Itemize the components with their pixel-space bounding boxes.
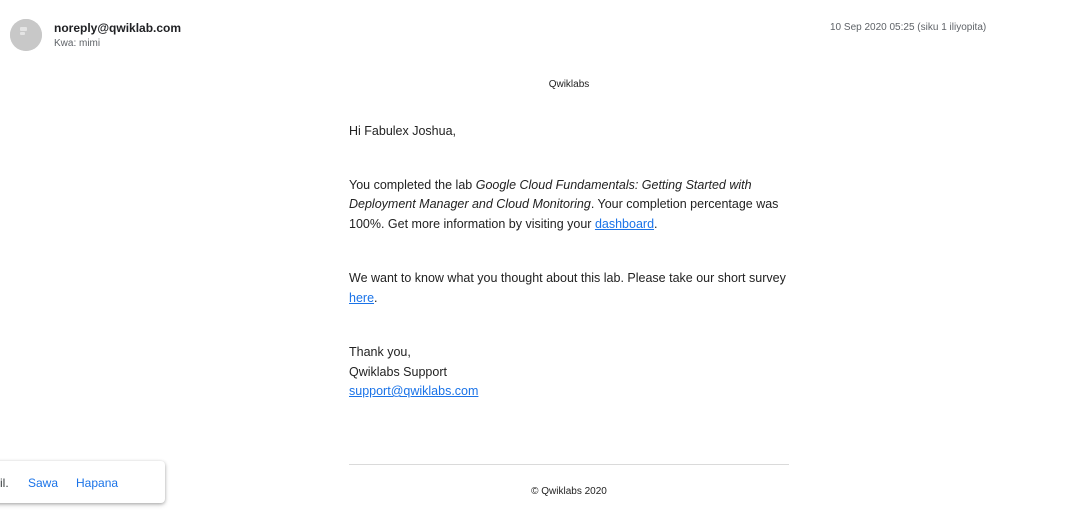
sender-address[interactable]: noreply@qwiklab.com xyxy=(54,21,181,35)
survey-paragraph: We want to know what you thought about t… xyxy=(349,269,789,308)
sender-avatar-icon[interactable] xyxy=(10,19,42,51)
greeting: Hi Fabulex Joshua, xyxy=(349,124,457,138)
survey-text-prefix: We want to know what you thought about t… xyxy=(349,271,786,285)
support-email-link[interactable]: support@qwiklabs.com xyxy=(349,384,478,398)
signoff: Thank you, xyxy=(349,345,411,359)
survey-text-suffix: . xyxy=(374,290,378,305)
translation-prompt-toast: il. Sawa Hapana xyxy=(0,461,165,503)
completion-text-suffix: . xyxy=(654,216,658,231)
copyright-footer: © Qwiklabs 2020 xyxy=(531,486,607,497)
completion-paragraph: You completed the lab Google Cloud Funda… xyxy=(349,176,789,235)
survey-link[interactable]: here xyxy=(349,291,374,305)
email-body: Hi Fabulex Joshua, You completed the lab… xyxy=(349,122,789,402)
recipient-line[interactable]: Kwa: mimi xyxy=(54,38,100,49)
completion-text-prefix: You completed the lab xyxy=(349,177,476,192)
brand-name: Qwiklabs xyxy=(548,79,590,90)
signature-name: Qwiklabs Support xyxy=(349,364,447,379)
email-header: noreply@qwiklab.com Kwa: mimi 10 Sep 202… xyxy=(0,0,1087,60)
toast-message: il. xyxy=(0,476,9,490)
footer-divider xyxy=(349,464,789,465)
accept-button[interactable]: Sawa xyxy=(28,476,58,490)
email-timestamp: 10 Sep 2020 05:25 (siku 1 iliyopita) xyxy=(830,22,987,33)
person-avatar-icon xyxy=(10,19,42,51)
dashboard-link[interactable]: dashboard xyxy=(595,217,654,231)
decline-button[interactable]: Hapana xyxy=(76,476,118,490)
